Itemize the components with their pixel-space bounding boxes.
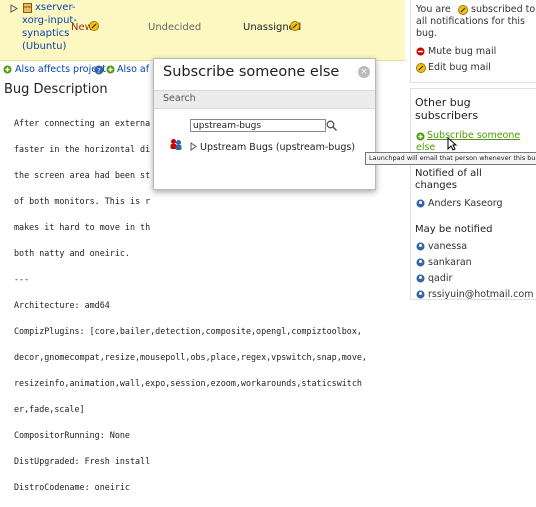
mute-bug-mail-link[interactable]: Mute bug mail <box>428 46 496 58</box>
svg-text:?: ? <box>97 67 101 75</box>
add-icon[interactable] <box>106 65 115 77</box>
other-subscribers-portlet: Other bug subscribers Subscribe someone … <box>410 88 536 300</box>
team-icon <box>169 138 183 153</box>
edit-assignee-icon[interactable] <box>290 21 300 34</box>
description-line: resizeinfo,animation,wall,expo,session,e… <box>14 378 362 388</box>
description-line: both natty and oneiric. <box>14 248 130 258</box>
description-line: DistroCodename: oneiric <box>14 482 130 492</box>
person-icon <box>416 199 425 211</box>
package-link-line-4[interactable]: (Ubuntu) <box>22 41 66 52</box>
maybe-subscriber-link[interactable]: vanessa <box>428 241 467 253</box>
search-result-item[interactable]: Upstream Bugs (upstream-bugs) <box>200 142 355 153</box>
description-line: --- <box>14 274 30 284</box>
maybe-subscriber-link[interactable]: rssiyuin@hotmail.com <box>428 289 533 301</box>
package-link-line-3[interactable]: synaptics <box>22 28 69 39</box>
description-line: decor,gnomecompat,resize,mousepoll,obs,p… <box>14 352 367 362</box>
subscription-portlet: You are subscribed to all notifications … <box>410 0 536 83</box>
subscribe-someone-else-link[interactable]: Subscribe someone <box>427 130 520 142</box>
person-search-input[interactable] <box>190 119 326 132</box>
person-icon <box>416 274 425 286</box>
person-icon <box>416 290 425 302</box>
description-line: CompositorRunning: None <box>14 430 130 440</box>
subscription-status-line-4: bug. <box>416 28 438 39</box>
edit-bug-mail-link[interactable]: Edit bug mail <box>428 62 491 74</box>
bug-description-heading: Bug Description <box>4 82 108 97</box>
edit-icon[interactable] <box>416 63 426 76</box>
maybe-subscriber-link[interactable]: sankaran <box>428 257 472 269</box>
subscription-status-line-3: all notifications for this <box>416 16 525 27</box>
person-icon <box>416 258 425 270</box>
description-line: makes it hard to move in th <box>14 222 151 232</box>
other-subscribers-title-line-1: Other bug <box>415 96 471 109</box>
mute-icon[interactable] <box>416 47 425 59</box>
subscribe-someone-else-dialog: Subscribe someone else × Search Upstream… <box>153 58 376 190</box>
subscriber-link[interactable]: Anders Kaseorg <box>428 198 503 210</box>
close-icon[interactable]: × <box>358 66 370 78</box>
description-line: er,fade,scale] <box>14 404 85 414</box>
package-link-line-1[interactable]: xserver- <box>35 2 76 13</box>
edit-status-icon[interactable] <box>89 21 99 34</box>
dialog-title: Subscribe someone else <box>163 64 340 80</box>
search-band: Search <box>154 90 375 109</box>
other-subscribers-title-line-2: subscribers <box>415 109 479 122</box>
importance-value: Undecided <box>148 22 202 33</box>
maybe-subscriber-link[interactable]: qadir <box>428 273 452 285</box>
also-affects-distribution-link[interactable]: Also af <box>117 64 149 75</box>
package-link-line-2[interactable]: xorg-input- <box>22 15 77 26</box>
subscription-status-line-2[interactable]: subscribed to <box>471 4 535 16</box>
description-line: Architecture: amd64 <box>14 300 110 310</box>
bug-task-row: xserver- xorg-input- synaptics (Ubuntu) … <box>0 0 405 61</box>
search-icon[interactable] <box>326 120 338 134</box>
expand-triangle-icon[interactable] <box>10 4 18 16</box>
maybe-notified-title: May be notified <box>415 224 493 235</box>
subscription-status-line-1: You are <box>416 4 451 15</box>
person-icon <box>416 242 425 254</box>
search-band-label: Search <box>163 93 196 104</box>
also-affects-project-link[interactable]: Also affects project <box>15 64 106 75</box>
subscribe-tooltip: Launchpad will email that person wheneve… <box>365 152 536 165</box>
add-icon[interactable] <box>3 65 12 77</box>
description-line: of both monitors. This is r <box>14 196 151 206</box>
notified-all-title-line-2: changes <box>415 180 458 191</box>
help-icon[interactable]: ? <box>94 65 104 78</box>
description-line: DistUpgraded: Fresh install <box>14 456 151 466</box>
expand-triangle-icon[interactable] <box>190 142 197 154</box>
description-line: CompizPlugins: [core,bailer,detection,co… <box>14 326 362 336</box>
